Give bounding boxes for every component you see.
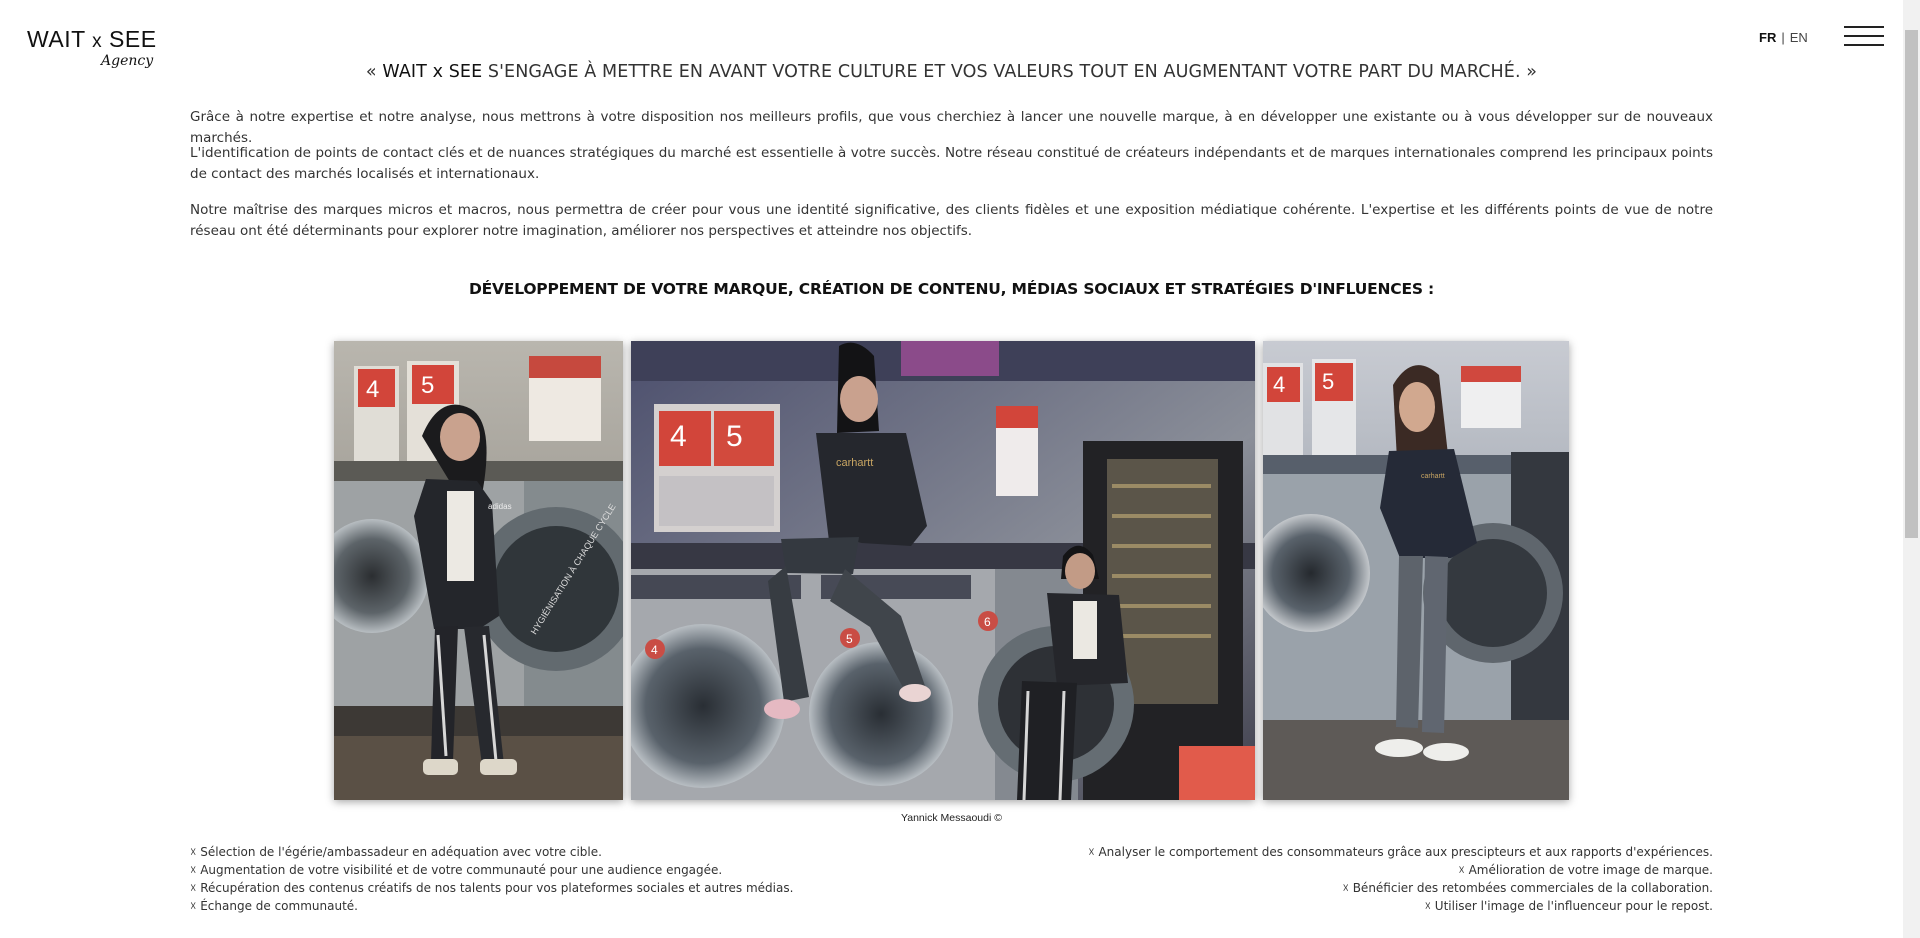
service-item: ☓ Échange de communauté.: [190, 899, 358, 913]
service-item: ☓ Récupération des contenus créatifs de …: [190, 881, 794, 895]
hamburger-menu-icon[interactable]: [1844, 24, 1884, 48]
lang-fr-link[interactable]: FR: [1759, 30, 1776, 45]
logo-wordmark: WAIT x SEE: [27, 26, 157, 52]
machine-number: 6: [984, 615, 991, 629]
logo-subtitle: Agency: [101, 53, 154, 69]
menu-bar: [1844, 35, 1884, 37]
language-switcher: FR | EN: [1759, 30, 1808, 45]
service-item: ☓ Amélioration de votre image de marque.: [1458, 863, 1713, 877]
service-item: ☓ Analyser le comportement des consommat…: [1088, 845, 1713, 859]
intro-paragraph: L'identification de points de contact cl…: [190, 145, 1713, 182]
menu-bar: [1844, 26, 1884, 28]
gallery-photo-right: 4 5 carhartt: [1263, 341, 1569, 800]
services-title: DÉVELOPPEMENT DE VOTRE MARQUE, CRÉATION …: [468, 280, 1435, 298]
service-item: ☓ Sélection de l'égérie/ambassadeur en a…: [190, 845, 602, 859]
services-list-left: ☓ Sélection de l'égérie/ambassadeur en a…: [190, 843, 793, 915]
laundry-sign-number: 4: [670, 420, 687, 453]
clothing-logo: carhartt: [836, 457, 873, 469]
laundry-sign-number: 4: [1273, 372, 1285, 397]
laundromat-photo-standing: 4 5 carhartt: [1263, 341, 1569, 800]
laundromat-photo-carhartt: 4 5 4 5 6 carhartt: [631, 341, 1255, 800]
laundry-sign-number: 4: [366, 376, 379, 403]
machine-number: 5: [846, 632, 853, 646]
lang-en-link[interactable]: EN: [1790, 30, 1808, 45]
clothing-logo: adidas: [488, 502, 512, 511]
laundry-sign-number: 5: [726, 420, 743, 453]
photo-credit: Yannick Messaoudi ©: [901, 812, 1002, 824]
menu-bar: [1844, 44, 1884, 46]
services-list-right: ☓ Analyser le comportement des consommat…: [1088, 843, 1713, 915]
gallery-photo-center: 4 5 4 5 6 carhartt: [631, 341, 1255, 800]
intro-paragraph: Notre maîtrise des marques micros et mac…: [190, 202, 1713, 239]
laundromat-photo-adidas: 4 5 HYGIÉNISATION À CHAQUE CYCLE adidas: [334, 341, 623, 800]
laundry-sign-number: 5: [421, 372, 434, 399]
quote-brand: WAIT x SEE: [382, 62, 483, 82]
machine-number: 4: [651, 643, 658, 657]
service-item: ☓ Utiliser l'image de l'influenceur pour…: [1424, 899, 1713, 913]
service-item: ☓ Bénéficier des retombées commerciales …: [1342, 881, 1714, 895]
gallery-photo-left: 4 5 HYGIÉNISATION À CHAQUE CYCLE adidas: [334, 341, 623, 800]
service-item: ☓ Augmentation de votre visibilité et de…: [190, 863, 723, 877]
laundry-sign-number: 5: [1322, 369, 1334, 394]
vertical-scrollbar[interactable]: [1903, 0, 1920, 938]
lang-separator: |: [1781, 30, 1785, 45]
mission-quote: « WAIT x SEE S'ENGAGE À METTRE EN AVANT …: [365, 62, 1538, 82]
brand-logo[interactable]: WAIT x SEE Agency: [27, 26, 157, 76]
clothing-logo: carhartt: [1421, 473, 1445, 480]
scrollbar-thumb[interactable]: [1905, 30, 1918, 538]
